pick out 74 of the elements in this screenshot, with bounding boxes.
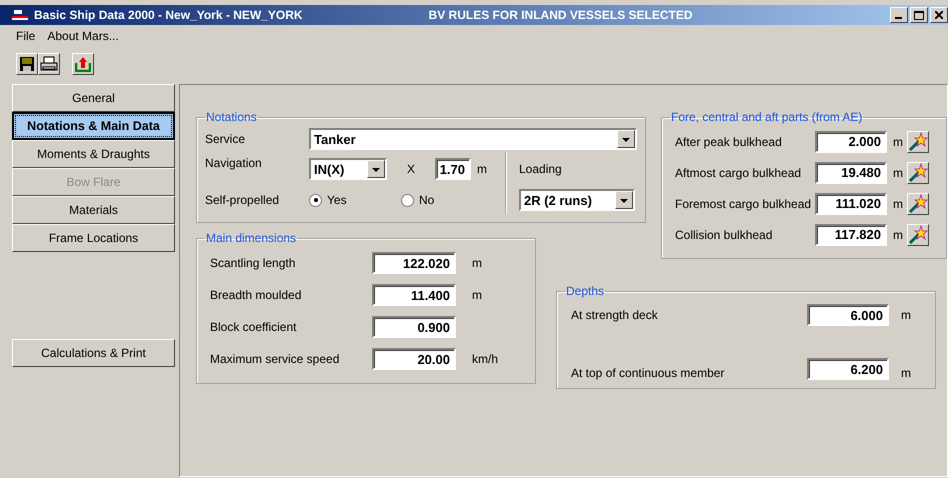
field-label: Collision bulkhead	[674, 228, 774, 242]
magic-wand-icon	[908, 132, 928, 152]
field-label: Aftmost cargo bulkhead	[674, 166, 802, 180]
loading-dropdown[interactable]: 2R (2 runs)	[519, 189, 635, 211]
wand-button[interactable]	[907, 130, 929, 152]
number-field[interactable]: 0.900	[372, 316, 456, 338]
wand-button[interactable]	[907, 162, 929, 184]
window-title: Basic Ship Data 2000 - New_York - NEW_YORK	[34, 8, 303, 22]
unit-label: m	[893, 166, 903, 180]
number-field[interactable]: 2.000	[815, 130, 887, 152]
group-title: Fore, central and aft parts (from AE)	[670, 110, 864, 124]
field-label: Service	[205, 132, 246, 146]
number-field[interactable]: 6.200	[807, 358, 889, 380]
printer-icon	[40, 56, 58, 72]
wand-button[interactable]	[907, 192, 929, 214]
unit-label: m	[477, 162, 488, 176]
print-button[interactable]	[38, 53, 60, 75]
unit-label: m	[901, 366, 911, 380]
maximize-icon	[914, 10, 924, 20]
unit-label: km/h	[472, 352, 498, 366]
wand-button[interactable]	[907, 224, 929, 246]
menu-item[interactable]: File	[16, 29, 36, 43]
unit-label: m	[472, 288, 482, 302]
magic-wand-icon	[908, 224, 928, 244]
number-field[interactable]: 117.820	[815, 224, 887, 246]
calculations-print-button[interactable]: Calculations & Print	[12, 339, 175, 367]
radio-option[interactable]: Yes	[309, 193, 401, 207]
field-label: Breadth moulded	[209, 288, 302, 302]
magic-wand-icon	[908, 194, 928, 214]
unit-label: m	[901, 308, 911, 322]
sidebar-tab[interactable]: Moments & Draughts	[12, 140, 175, 168]
number-field[interactable]: 111.020	[815, 192, 887, 214]
field-label: Maximum service speed	[209, 352, 340, 366]
group-title: Main dimensions	[205, 231, 298, 245]
sidebar-tab[interactable]: Frame Locations	[12, 224, 175, 252]
close-button[interactable]	[930, 7, 948, 23]
export-icon	[75, 56, 91, 72]
field-label: X	[407, 162, 416, 176]
sidebar-tab[interactable]: Materials	[12, 196, 175, 224]
number-field[interactable]: 20.00	[372, 348, 456, 370]
rules-title: BV RULES FOR INLAND VESSELS SELECTED	[428, 8, 693, 22]
sidebar-tab[interactable]: General	[12, 84, 175, 112]
export-button[interactable]	[72, 53, 94, 75]
service-dropdown[interactable]: Tanker	[309, 128, 637, 150]
field-label: Foremost cargo bulkhead	[674, 196, 812, 210]
number-field[interactable]: 19.480	[815, 162, 887, 184]
minimize-button[interactable]	[890, 7, 908, 23]
maximize-button[interactable]	[910, 7, 928, 23]
field-label: At strength deck	[570, 308, 659, 322]
number-field[interactable]: 6.000	[807, 304, 889, 326]
field-label: After peak bulkhead	[674, 134, 783, 148]
field-label: Scantling length	[209, 256, 296, 270]
field-label: At top of continuous member	[570, 366, 726, 380]
radio-option[interactable]: No	[401, 193, 493, 207]
save-button[interactable]	[16, 53, 38, 75]
number-field[interactable]: 122.020	[372, 252, 456, 274]
group-title: Notations	[205, 110, 258, 124]
field-label: Loading	[519, 162, 562, 176]
number-field[interactable]: 11.400	[372, 284, 456, 306]
close-icon	[935, 11, 943, 19]
ship-icon	[12, 8, 28, 22]
sidebar-tab[interactable]: Notations & Main Data	[12, 112, 175, 140]
menu-item[interactable]: About Mars...	[47, 29, 119, 43]
magic-wand-icon	[908, 162, 928, 182]
field-label: Block coefficient	[209, 320, 298, 334]
navigation-dropdown[interactable]: IN(X)	[309, 158, 387, 180]
x-field[interactable]: 1.70	[435, 158, 472, 180]
field-label: Navigation	[205, 156, 263, 170]
field-label: Self-propelled	[205, 193, 280, 207]
unit-label: m	[893, 196, 903, 210]
unit-label: m	[893, 134, 903, 148]
group-title: Depths	[565, 284, 606, 298]
unit-label: m	[893, 228, 903, 242]
unit-label: m	[472, 256, 482, 270]
